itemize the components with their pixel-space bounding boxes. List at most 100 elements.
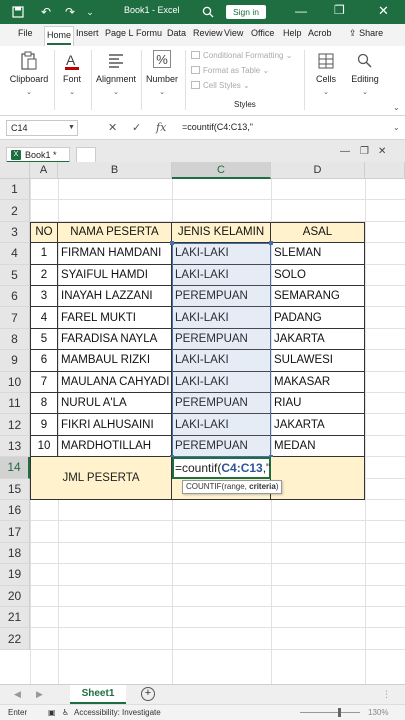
table-cell[interactable]: 5 (30, 328, 58, 351)
number-group[interactable]: % Number ⌄ (143, 48, 181, 102)
table-cell[interactable]: MAULANA CAHYADI (58, 371, 172, 393)
add-sheet-icon[interactable]: + (141, 687, 155, 701)
column-header-e[interactable] (365, 162, 405, 179)
table-cell[interactable]: SOLO (271, 264, 365, 286)
table-cell[interactable]: FAREL MUKTI (58, 307, 172, 329)
workbook-tab[interactable]: X Book1 * (6, 147, 70, 163)
row-header[interactable]: 4 (0, 243, 30, 265)
cancel-icon[interactable]: ✕ (108, 121, 117, 134)
editing-group[interactable]: Editing ⌄ (348, 48, 382, 102)
formula-input[interactable]: =countif(C4:C13," (182, 122, 253, 132)
table-cell[interactable]: SEMARANG (271, 286, 365, 308)
row-header[interactable]: 12 (0, 414, 30, 436)
column-header-a[interactable]: A (30, 162, 58, 179)
table-cell[interactable]: MAKASAR (271, 371, 365, 393)
table-cell[interactable]: MARDHOTILLAH (58, 435, 172, 458)
format-as-table-button[interactable]: Format as Table ⌄ (191, 66, 269, 75)
sheet-tab-sheet1[interactable]: Sheet1 (70, 685, 126, 704)
row-header[interactable]: 2 (0, 200, 30, 222)
conditional-formatting-button[interactable]: Conditional Formatting ⌄ (191, 51, 292, 60)
table-cell[interactable]: NO (30, 221, 58, 244)
row-header[interactable]: 21 (0, 607, 30, 629)
new-workbook-tab-button[interactable] (76, 147, 96, 163)
tab-acrobat[interactable]: Acrob (308, 28, 332, 38)
row-header[interactable]: 22 (0, 628, 30, 650)
column-header-b[interactable]: B (58, 162, 172, 179)
table-cell[interactable]: 9 (30, 414, 58, 436)
table-cell[interactable]: MAMBAUL RIZKI (58, 350, 172, 372)
row-header[interactable]: 14 (0, 457, 30, 479)
range-resize-handle[interactable] (269, 241, 273, 246)
row-header[interactable]: 9 (0, 350, 30, 372)
row-header[interactable]: 13 (0, 435, 30, 458)
zoom-slider[interactable] (300, 712, 360, 713)
row-header[interactable]: 11 (0, 393, 30, 415)
row-header[interactable]: 15 (0, 478, 30, 500)
row-header[interactable]: 17 (0, 521, 30, 543)
column-header-c[interactable]: C (172, 162, 271, 179)
close-icon[interactable]: ✕ (378, 146, 386, 157)
function-tooltip[interactable]: COUNTIF(range, criteria) (182, 479, 283, 494)
table-cell[interactable]: JAKARTA (271, 328, 365, 351)
worksheet-grid[interactable]: A B C D 1 2 3 4 5 6 7 8 9 10 11 12 13 14 15 16 17 18 19 20 2… (0, 162, 405, 699)
table-cell[interactable]: FIRMAN HAMDANI (58, 243, 172, 265)
tab-office[interactable]: Office (251, 28, 274, 38)
tab-formulas[interactable]: Formu (136, 28, 162, 38)
share-button[interactable]: ⇪ Share (349, 28, 383, 39)
row-header[interactable]: 7 (0, 307, 30, 329)
table-cell[interactable]: 1 (30, 243, 58, 265)
row-header[interactable]: 6 (0, 286, 30, 308)
table-cell[interactable]: 2 (30, 264, 58, 286)
tab-page-layout[interactable]: Page L (105, 28, 134, 38)
more-icon[interactable]: ⋮ (382, 689, 391, 700)
minimize-icon[interactable]: — (295, 4, 307, 18)
alignment-group[interactable]: Alignment ⌄ (93, 48, 139, 102)
table-cell[interactable]: 4 (30, 307, 58, 329)
row-header[interactable]: 19 (0, 564, 30, 586)
restore-icon[interactable]: ❐ (360, 146, 369, 157)
select-all-corner[interactable] (0, 162, 30, 179)
table-cell[interactable]: NAMA PESERTA (58, 221, 172, 244)
tab-view[interactable]: View (224, 28, 243, 38)
row-header[interactable]: 5 (0, 264, 30, 286)
row-header[interactable]: 10 (0, 371, 30, 393)
undo-icon[interactable]: ↶ (38, 4, 54, 20)
table-cell[interactable]: SULAWESI (271, 350, 365, 372)
chevron-right-icon[interactable]: ▶ (36, 689, 43, 700)
tab-help[interactable]: Help (283, 28, 302, 38)
save-icon[interactable] (10, 4, 26, 20)
table-cell[interactable]: JAKARTA (271, 414, 365, 436)
cells-group[interactable]: Cells ⌄ (308, 48, 344, 102)
row-header[interactable]: 3 (0, 221, 30, 244)
table-cell[interactable]: SYAIFUL HAMDI (58, 264, 172, 286)
insert-function-icon[interactable]: fx (156, 121, 166, 134)
summary-extra-cell[interactable] (271, 457, 365, 500)
chevron-down-icon[interactable]: ▼ (68, 124, 75, 131)
accessibility-icon[interactable]: ♿ (62, 708, 69, 717)
accessibility-status[interactable]: Accessibility: Investigate (74, 708, 161, 717)
row-header[interactable]: 1 (0, 179, 30, 201)
summary-label-cell[interactable]: JML PESERTA (30, 457, 172, 500)
redo-icon[interactable]: ↷ (62, 4, 78, 20)
table-cell[interactable]: MEDAN (271, 435, 365, 458)
tab-review[interactable]: Review (193, 28, 223, 38)
table-cell[interactable]: RIAU (271, 393, 365, 415)
table-cell[interactable]: JENIS KELAMIN (172, 221, 271, 244)
row-header[interactable]: 8 (0, 328, 30, 351)
customize-arrow-icon[interactable]: ⌄ (82, 4, 98, 20)
table-cell[interactable]: PADANG (271, 307, 365, 329)
minimize-icon[interactable]: — (340, 146, 350, 157)
table-cell[interactable]: 3 (30, 286, 58, 308)
restore-icon[interactable]: ❐ (334, 3, 345, 17)
row-header[interactable]: 18 (0, 542, 30, 565)
table-cell[interactable]: FIKRI ALHUSAINI (58, 414, 172, 436)
tab-insert[interactable]: Insert (76, 28, 99, 38)
table-cell[interactable]: ASAL (271, 221, 365, 244)
tab-file[interactable]: File (18, 28, 33, 38)
table-cell[interactable]: 7 (30, 371, 58, 393)
range-resize-handle[interactable] (170, 241, 174, 246)
chevron-left-icon[interactable]: ◀ (14, 689, 21, 700)
row-header[interactable]: 20 (0, 585, 30, 607)
table-cell[interactable]: 6 (30, 350, 58, 372)
search-icon[interactable] (200, 4, 216, 20)
